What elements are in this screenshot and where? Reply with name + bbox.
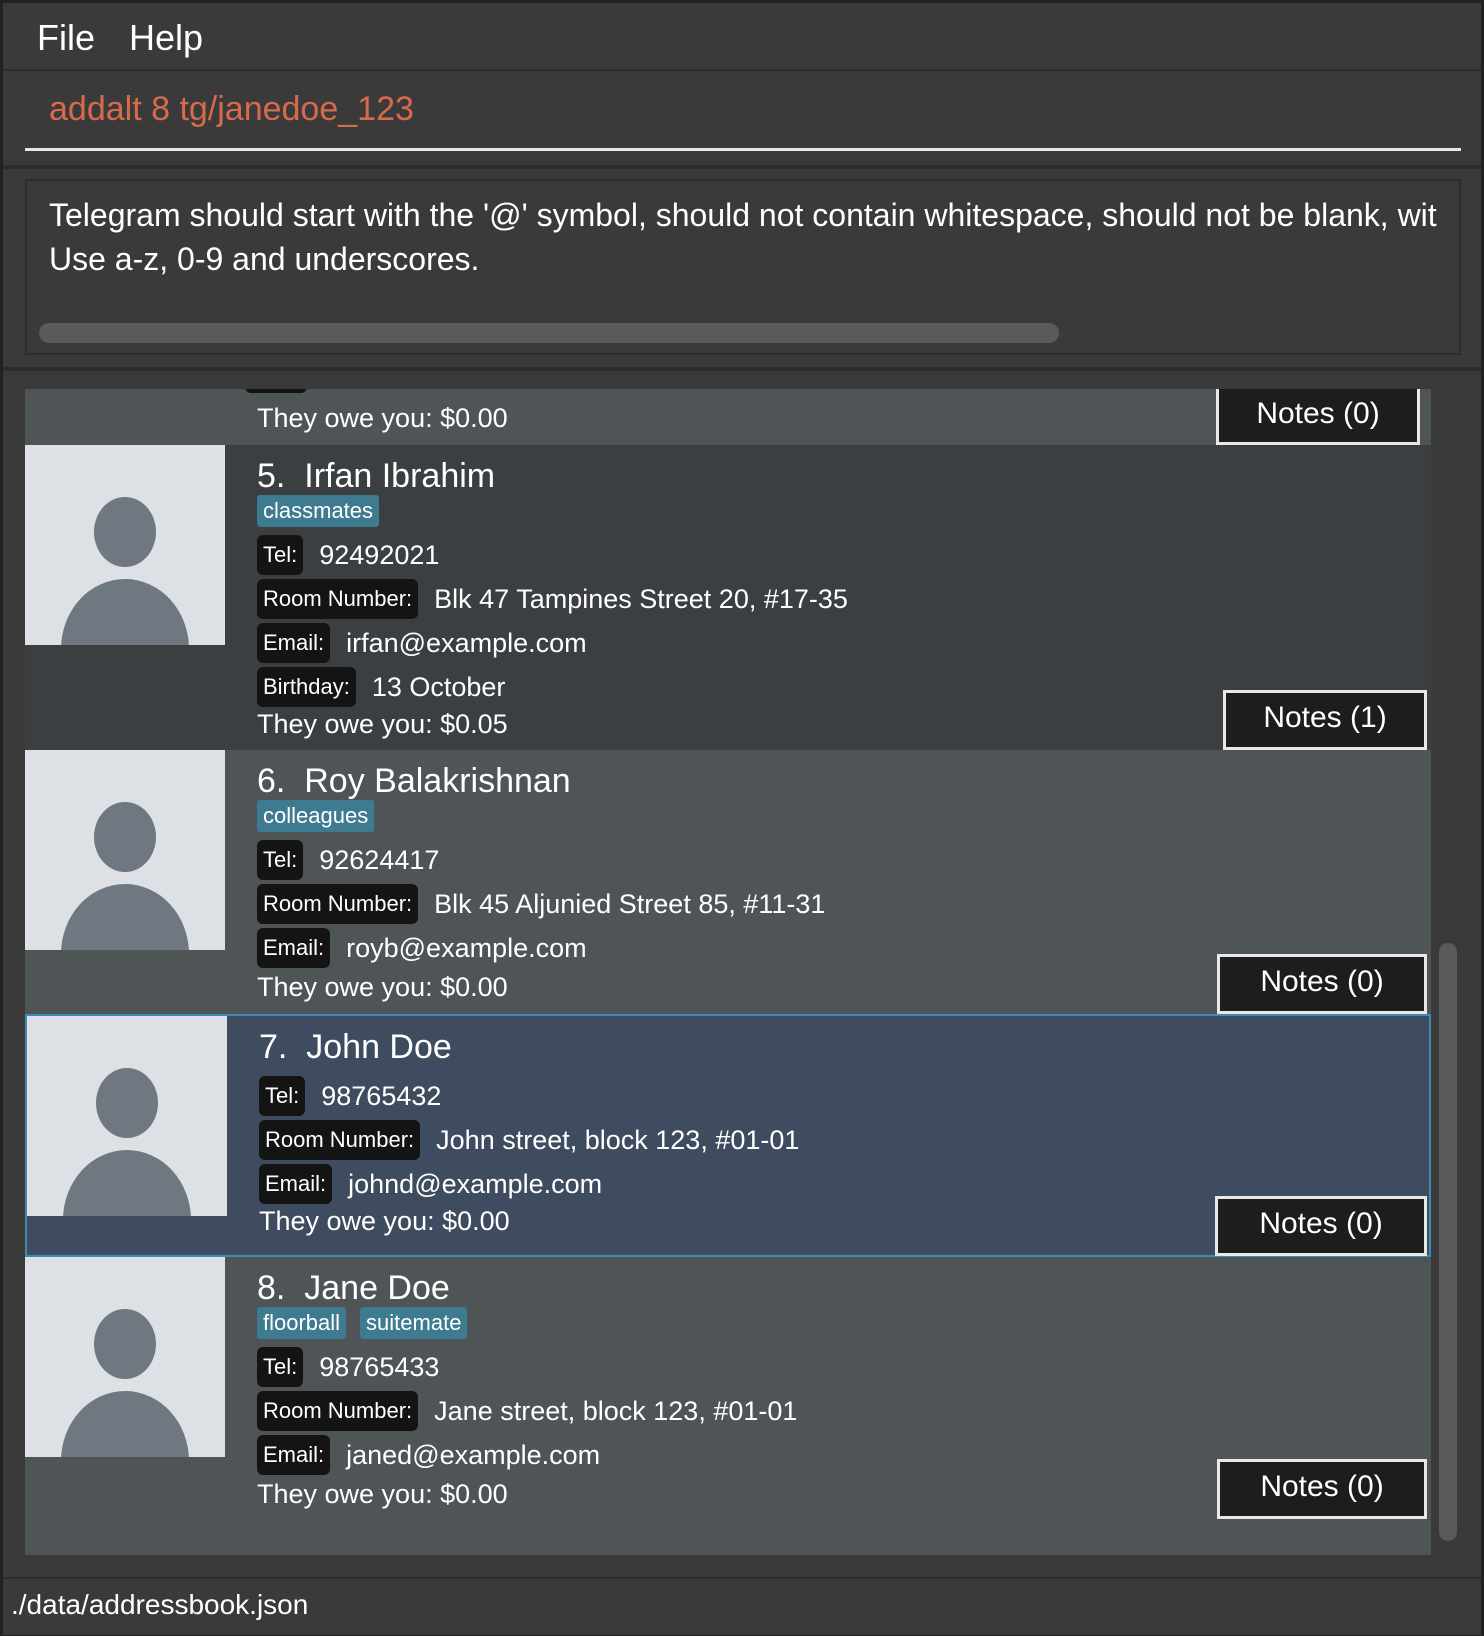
field-label: Tel: <box>257 1347 304 1387</box>
person-card[interactable]: 8. Jane Doe floorball suitemate Tel: 987… <box>25 1257 1431 1555</box>
avatar-body-icon <box>61 884 189 950</box>
person-name: 6. Roy Balakrishnan <box>257 762 571 800</box>
email-field: Email: janed@example.com <box>257 1435 600 1475</box>
field-value: 98765433 <box>319 1351 440 1382</box>
phone-field: Tel: 98765433 <box>257 1347 439 1387</box>
person-list[interactable]: They owe you: $0.00 Notes (0) 5. Irfan I… <box>25 389 1431 1555</box>
room-field: Room Number: Jane street, block 123, #01… <box>257 1391 797 1431</box>
phone-field: Tel: 98765432 <box>259 1076 441 1116</box>
field-value: 92492021 <box>319 539 440 570</box>
vertical-scrollbar[interactable] <box>1439 943 1457 1541</box>
field-label: Email: <box>259 1164 333 1204</box>
field-value: 92624417 <box>319 844 440 875</box>
result-display: Telegram should start with the '@' symbo… <box>3 169 1481 371</box>
field-label: Tel: <box>257 840 304 880</box>
field-label: Tel: <box>259 1076 306 1116</box>
phone-field: Tel: 92492021 <box>257 535 439 575</box>
owe-amount: They owe you: $0.00 <box>257 403 508 433</box>
person-name: 5. Irfan Ibrahim <box>257 457 496 495</box>
avatar-body-icon <box>63 1150 191 1216</box>
field-value: 98765432 <box>321 1080 442 1111</box>
tag: classmates <box>257 495 380 527</box>
save-location: ./data/addressbook.json <box>11 1589 309 1620</box>
tag: suitemate <box>360 1307 468 1339</box>
avatar-head-icon <box>94 497 156 567</box>
person-list-panel: They owe you: $0.00 Notes (0) 5. Irfan I… <box>3 371 1481 1559</box>
person-card[interactable]: 6. Roy Balakrishnan colleagues Tel: 9262… <box>25 750 1431 1014</box>
command-box <box>3 71 1481 169</box>
menu-help[interactable]: Help <box>129 17 203 59</box>
person-card[interactable]: 5. Irfan Ibrahim classmates Tel: 9249202… <box>25 445 1431 750</box>
notes-button[interactable]: Notes (0) <box>1217 1459 1427 1519</box>
field-value: John street, block 123, #01-01 <box>436 1124 800 1155</box>
profile-photo <box>25 445 225 645</box>
owe-amount: They owe you: $0.05 <box>257 709 508 739</box>
field-value: irfan@example.com <box>346 627 587 658</box>
command-input[interactable] <box>25 71 1461 151</box>
birthday-field: Birthday: 13 October <box>257 667 505 707</box>
avatar-body-icon <box>61 579 189 645</box>
tag: colleagues <box>257 800 375 832</box>
owe-amount: They owe you: $0.00 <box>257 1479 508 1509</box>
person-name: 7. John Doe <box>259 1028 452 1066</box>
person-card-selected[interactable]: 7. John Doe Tel: 98765432 Room Number: J… <box>25 1014 1431 1257</box>
field-value: johnd@example.com <box>348 1168 603 1199</box>
email-field: Email: johnd@example.com <box>259 1164 602 1204</box>
owe-amount: They owe you: $0.00 <box>259 1206 510 1236</box>
phone-field: Tel: 92624417 <box>257 840 439 880</box>
tag-list: floorball suitemate <box>257 1307 468 1339</box>
avatar-head-icon <box>96 1068 158 1138</box>
field-value: 13 October <box>371 671 506 702</box>
room-field: Room Number: Blk 45 Aljunied Street 85, … <box>257 884 825 924</box>
tag-list: colleagues <box>257 800 375 832</box>
field-label: Email: <box>257 623 331 663</box>
owe-amount: They owe you: $0.00 <box>257 972 508 1002</box>
field-value: royb@example.com <box>346 932 587 963</box>
field-label: Birthday: <box>257 667 356 707</box>
field-label: Room Number: <box>257 579 419 619</box>
person-card-partial[interactable]: They owe you: $0.00 Notes (0) <box>25 389 1431 445</box>
avatar-head-icon <box>94 1309 156 1379</box>
profile-photo <box>25 750 225 950</box>
person-name: 8. Jane Doe <box>257 1269 450 1307</box>
menu-file[interactable]: File <box>37 17 95 59</box>
email-field: Email: royb@example.com <box>257 928 587 968</box>
notes-button[interactable]: Notes (1) <box>1223 690 1427 750</box>
field-label: Room Number: <box>257 1391 419 1431</box>
profile-photo <box>27 1016 227 1216</box>
avatar-head-icon <box>94 802 156 872</box>
status-bar: ./data/addressbook.json <box>3 1577 1481 1635</box>
field-label: Room Number: <box>257 884 419 924</box>
notes-button[interactable]: Notes (0) <box>1216 389 1420 445</box>
field-value: Blk 45 Aljunied Street 85, #11-31 <box>434 888 826 919</box>
tag-list: classmates <box>257 495 380 527</box>
menu-bar: File Help <box>3 3 1481 71</box>
notes-button[interactable]: Notes (0) <box>1215 1196 1427 1256</box>
notes-button[interactable]: Notes (0) <box>1217 954 1427 1014</box>
field-value: janed@example.com <box>346 1439 601 1470</box>
room-field: Room Number: Blk 47 Tampines Street 20, … <box>257 579 848 619</box>
field-value: Blk 47 Tampines Street 20, #17-35 <box>434 583 848 614</box>
field-label: Email: <box>257 928 331 968</box>
result-text-area[interactable]: Telegram should start with the '@' symbo… <box>25 179 1461 355</box>
room-field: Room Number: John street, block 123, #01… <box>259 1120 799 1160</box>
email-field: Email: irfan@example.com <box>257 623 587 663</box>
field-label: Room Number: <box>259 1120 421 1160</box>
field-label-partial <box>245 389 307 393</box>
avatar-body-icon <box>61 1391 189 1457</box>
field-value: Jane street, block 123, #01-01 <box>434 1395 798 1426</box>
result-message: Telegram should start with the '@' symbo… <box>49 197 1437 277</box>
field-label: Tel: <box>257 535 304 575</box>
field-label: Email: <box>257 1435 331 1475</box>
profile-photo <box>25 1257 225 1457</box>
app-window: File Help Telegram should start with the… <box>0 0 1484 1636</box>
tag: floorball <box>257 1307 347 1339</box>
horizontal-scrollbar[interactable] <box>39 323 1059 343</box>
